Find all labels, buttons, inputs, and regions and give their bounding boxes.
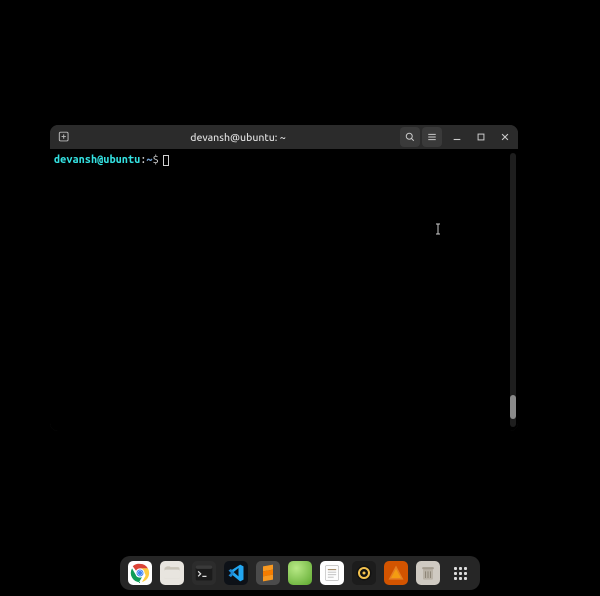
trash-icon[interactable] bbox=[416, 561, 440, 585]
grid-icon bbox=[454, 567, 467, 580]
rhythmbox-icon[interactable] bbox=[352, 561, 376, 585]
app-orange-icon[interactable] bbox=[384, 561, 408, 585]
terminal-body[interactable]: devansh@ubuntu : ~ $ bbox=[50, 149, 518, 431]
notes-icon[interactable] bbox=[320, 561, 344, 585]
close-icon bbox=[500, 132, 510, 142]
terminal-icon[interactable] bbox=[192, 561, 216, 585]
prompt-symbol: $ bbox=[153, 153, 159, 167]
chrome-icon[interactable] bbox=[128, 561, 152, 585]
dock bbox=[120, 556, 480, 590]
new-tab-button[interactable] bbox=[54, 127, 76, 147]
close-button[interactable] bbox=[496, 128, 514, 146]
search-button[interactable] bbox=[400, 127, 420, 147]
menu-button[interactable] bbox=[422, 127, 442, 147]
hamburger-icon bbox=[426, 131, 438, 143]
maximize-button[interactable] bbox=[472, 128, 490, 146]
app-green-icon[interactable] bbox=[288, 561, 312, 585]
window-titlebar[interactable]: devansh@ubuntu: ~ bbox=[50, 125, 518, 149]
scrollbar-thumb[interactable] bbox=[510, 395, 516, 419]
terminal-window[interactable]: devansh@ubuntu: ~ bbox=[50, 125, 518, 431]
text-cursor-ibeam bbox=[435, 223, 437, 233]
maximize-icon bbox=[476, 132, 486, 142]
sublime-icon[interactable] bbox=[256, 561, 280, 585]
tab-plus-icon bbox=[58, 130, 72, 144]
window-title: devansh@ubuntu: ~ bbox=[76, 131, 400, 143]
minimize-icon bbox=[452, 132, 462, 142]
prompt-user-host: devansh@ubuntu bbox=[54, 153, 140, 167]
minimize-button[interactable] bbox=[448, 128, 466, 146]
search-icon bbox=[404, 131, 416, 143]
cursor-block bbox=[163, 155, 169, 166]
prompt-line: devansh@ubuntu : ~ $ bbox=[54, 153, 512, 167]
vscode-icon[interactable] bbox=[224, 561, 248, 585]
terminal-scrollbar[interactable] bbox=[510, 153, 516, 427]
show-apps-icon[interactable] bbox=[448, 561, 472, 585]
files-icon[interactable] bbox=[160, 561, 184, 585]
